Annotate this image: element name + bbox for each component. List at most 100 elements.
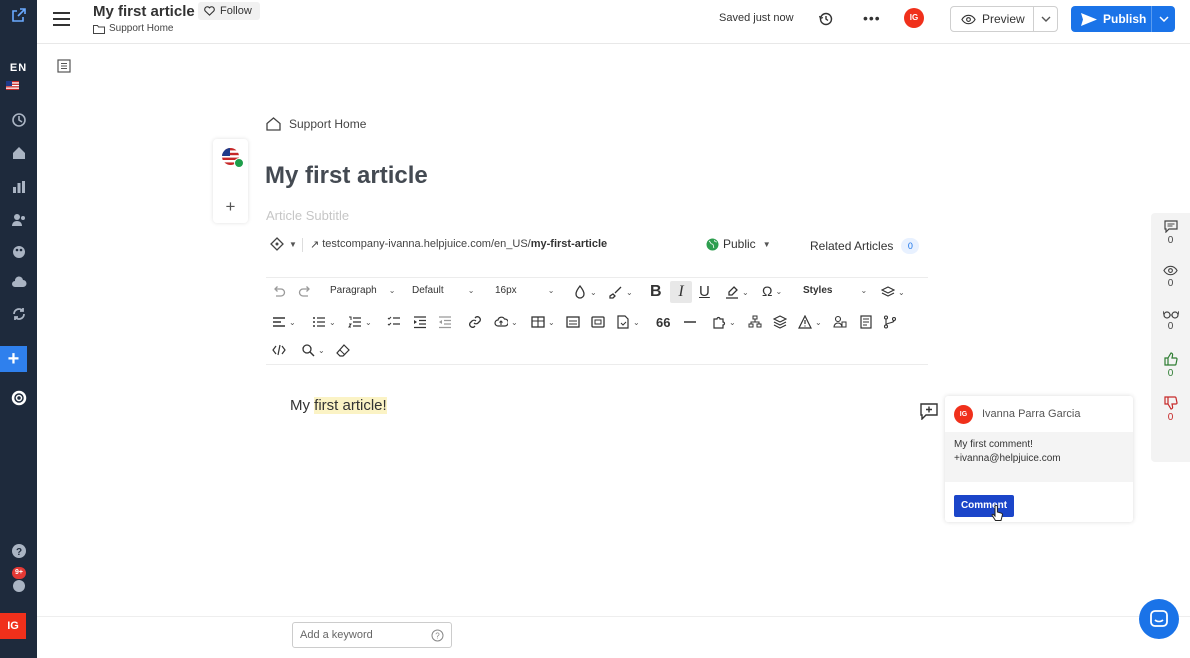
menu-icon[interactable] (53, 11, 73, 27)
comments-stat[interactable]: 0 (1151, 220, 1190, 246)
horizontal-rule-icon (684, 321, 696, 323)
checklist-button[interactable] (387, 315, 401, 329)
chevron-down-icon: ⌄ (742, 287, 749, 297)
image-button[interactable] (566, 315, 580, 329)
external-link-icon[interactable] (0, 2, 37, 28)
outdent-button[interactable] (438, 315, 452, 329)
chevron-down-icon: ⌄ (815, 317, 822, 327)
cloud-upload-icon (494, 316, 508, 327)
sitemap-icon (748, 315, 762, 328)
quote-button[interactable]: 66 (656, 315, 670, 330)
undo-button[interactable] (272, 285, 286, 299)
views-stat[interactable]: 0 (1151, 265, 1190, 289)
numbered-list-button[interactable]: ⌄ (348, 315, 372, 329)
article-url[interactable]: ↗ testcompany-ivanna.helpjuice.com/en_US… (310, 238, 607, 251)
article-body[interactable]: My first article! (290, 397, 387, 414)
font-size-select[interactable]: 16px ⌄ (495, 285, 554, 296)
sync-icon[interactable] (0, 301, 37, 327)
article-subtitle-input[interactable]: Article Subtitle (266, 208, 349, 223)
underline-button[interactable]: U (699, 283, 710, 300)
article-breadcrumb[interactable]: Support Home (266, 117, 366, 131)
comment-input[interactable]: My first comment! +ivanna@helpjuice.com (945, 432, 1133, 482)
link-button[interactable] (468, 315, 482, 329)
italic-button[interactable]: I (670, 281, 692, 303)
find-replace-button[interactable]: ⌄ (301, 343, 325, 357)
readers-stat[interactable]: 0 (1151, 310, 1190, 332)
chevron-down-icon (1158, 16, 1169, 22)
url-prefix: testcompany-ivanna.helpjuice.com/en_US/ (322, 238, 531, 250)
publish-button[interactable]: Publish (1071, 6, 1175, 32)
article-title[interactable]: My first article (265, 162, 428, 190)
outline-icon[interactable] (57, 59, 71, 73)
table-button[interactable]: ⌄ (531, 315, 555, 329)
hierarchy-button[interactable] (748, 315, 762, 329)
thumbs-down-icon (1163, 396, 1178, 410)
audience-button[interactable] (833, 315, 847, 329)
video-button[interactable] (591, 315, 605, 329)
commented-text-highlight[interactable]: first article! (314, 397, 387, 414)
preview-dropdown[interactable] (1033, 7, 1057, 31)
user-avatar[interactable]: IG (0, 613, 26, 639)
language-code[interactable]: EN (0, 62, 37, 74)
bullet-list-icon (313, 317, 325, 327)
users-icon[interactable] (0, 207, 37, 233)
chevron-down-icon: ⌄ (365, 317, 372, 327)
indent-button[interactable] (413, 315, 427, 329)
video-icon (591, 316, 605, 328)
styles-select[interactable]: Styles ⌄ (803, 285, 867, 296)
likes-stat[interactable]: 0 (1151, 352, 1190, 379)
cloud-upload-icon[interactable] (0, 269, 37, 295)
us-flag-icon (6, 81, 19, 90)
stack-button[interactable] (773, 315, 787, 329)
create-new-button[interactable]: + (0, 346, 27, 372)
follow-button[interactable]: Follow (198, 2, 260, 20)
background-color-button[interactable]: ⌄ (609, 285, 633, 299)
add-language-button[interactable]: + (213, 197, 248, 217)
file-button[interactable]: ⌄ (616, 315, 640, 329)
special-chars-button[interactable]: Ω ⌄ (762, 283, 782, 299)
text-color-button[interactable]: ⌄ (573, 285, 597, 299)
keyword-placeholder: Add a keyword (300, 629, 373, 641)
thumbs-up-icon (1163, 352, 1178, 366)
clear-formatting-button[interactable] (336, 343, 350, 357)
paragraph-select[interactable]: Paragraph ⌄ (330, 285, 395, 296)
analytics-icon[interactable] (0, 174, 37, 200)
upload-button[interactable]: ⌄ (494, 315, 518, 329)
publish-dropdown[interactable] (1151, 6, 1175, 32)
keyword-input[interactable]: Add a keyword ? (292, 622, 452, 648)
dislikes-stat[interactable]: 0 (1151, 396, 1190, 423)
more-options-icon[interactable]: ••• (863, 10, 881, 26)
help-icon[interactable]: ? (431, 629, 444, 642)
submit-comment-button[interactable]: Comment (954, 495, 1014, 517)
help-icon[interactable]: ? (0, 538, 37, 564)
align-button[interactable]: ⌄ (272, 315, 296, 329)
history-icon[interactable] (818, 11, 834, 27)
horizontal-rule-button[interactable] (683, 315, 697, 329)
layers-icon (881, 286, 895, 297)
font-family-select[interactable]: Default ⌄ (412, 285, 474, 296)
highlight-button[interactable]: ⌄ (725, 285, 749, 299)
collaborator-avatar[interactable]: IG (904, 8, 924, 28)
breadcrumb[interactable]: Support Home (93, 23, 173, 34)
tag-dropdown[interactable]: ▼ (270, 237, 297, 251)
format-painter-button[interactable]: ⌄ (881, 285, 905, 299)
template-button[interactable] (859, 315, 873, 329)
help-center-icon[interactable] (0, 385, 37, 411)
preview-button[interactable]: Preview (950, 6, 1058, 32)
branch-button[interactable] (883, 315, 897, 329)
source-code-button[interactable] (272, 343, 286, 357)
visibility-dropdown[interactable]: Public ▼ (706, 237, 771, 251)
save-status: Saved just now (719, 12, 794, 24)
numbered-list-icon (348, 316, 361, 328)
bold-button[interactable]: B (650, 283, 662, 301)
theme-icon[interactable] (0, 239, 37, 265)
home-icon[interactable] (0, 140, 37, 166)
related-articles-button[interactable]: Related Articles 0 (810, 238, 920, 254)
recent-activity-icon[interactable] (0, 107, 37, 133)
add-comment-icon[interactable] (920, 403, 938, 420)
chat-launcher-button[interactable] (1139, 599, 1179, 639)
callout-button[interactable]: ⌄ (798, 315, 822, 329)
plugins-button[interactable]: ⌄ (712, 315, 736, 329)
redo-button[interactable] (298, 285, 312, 299)
bullet-list-button[interactable]: ⌄ (312, 315, 336, 329)
